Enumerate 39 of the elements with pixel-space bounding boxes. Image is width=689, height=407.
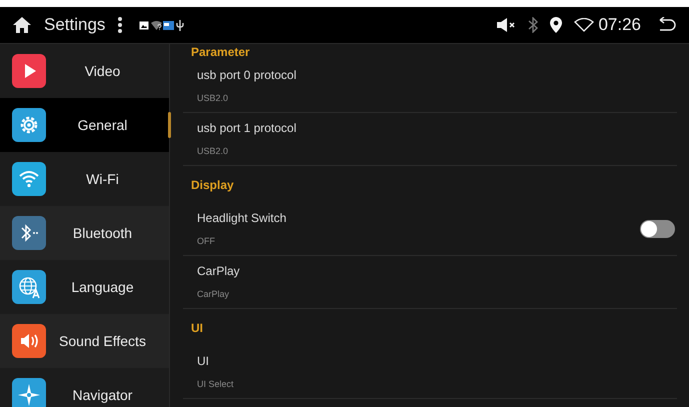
clock-time: 07:26 <box>598 14 641 36</box>
sidebar-item[interactable]: General <box>0 98 169 152</box>
setting-row[interactable]: usb port 1 protocol USB2.0 <box>183 113 677 166</box>
section-header: UI <box>190 320 204 336</box>
location-icon <box>550 17 562 33</box>
setting-title: CarPlay <box>197 263 241 280</box>
sidebar-item[interactable]: Navigator <box>0 368 169 407</box>
bluetooth-icon <box>528 17 538 33</box>
wifi-icon <box>574 18 594 32</box>
sidebar-item[interactable]: Video <box>0 44 169 98</box>
setting-summary: USB2.0 <box>197 145 230 158</box>
back-icon[interactable] <box>657 17 677 33</box>
more-options-icon[interactable] <box>117 16 124 34</box>
setting-row[interactable]: UI UI Select <box>183 346 677 399</box>
setting-summary: CarPlay <box>197 288 230 302</box>
setting-title: UI <box>197 353 210 370</box>
setting-summary: USB2.0 <box>197 92 230 106</box>
image-icon <box>139 20 150 30</box>
setting-summary: OFF <box>197 235 216 248</box>
sidebar-item[interactable]: Language <box>0 260 169 314</box>
section-header: Display <box>190 176 235 194</box>
wifi-question-icon <box>151 20 162 30</box>
setting-row[interactable]: Headlight Switch OFF <box>183 203 677 256</box>
usb-icon <box>176 20 184 30</box>
setting-title: usb port 1 protocol <box>197 120 298 138</box>
setting-title: usb port 0 protocol <box>197 67 298 84</box>
home-icon[interactable] <box>12 16 32 34</box>
section-header: Parameter <box>190 44 251 60</box>
setting-row[interactable]: usb port 0 protocol USB2.0 <box>183 60 677 113</box>
mute-icon <box>496 17 516 33</box>
sidebar-item[interactable]: Sound Effects <box>0 314 169 368</box>
sidebar-item[interactable]: Bluetooth <box>0 206 169 260</box>
setting-title: Headlight Switch <box>197 210 288 228</box>
sidebar-item[interactable]: Wi-Fi <box>0 152 169 206</box>
setting-summary: UI Select <box>197 378 235 392</box>
setting-row[interactable]: CarPlay CarPlay <box>183 256 677 309</box>
screen-icon <box>163 20 174 30</box>
toggle-switch[interactable] <box>640 220 675 238</box>
app-title: Settings <box>44 14 106 36</box>
